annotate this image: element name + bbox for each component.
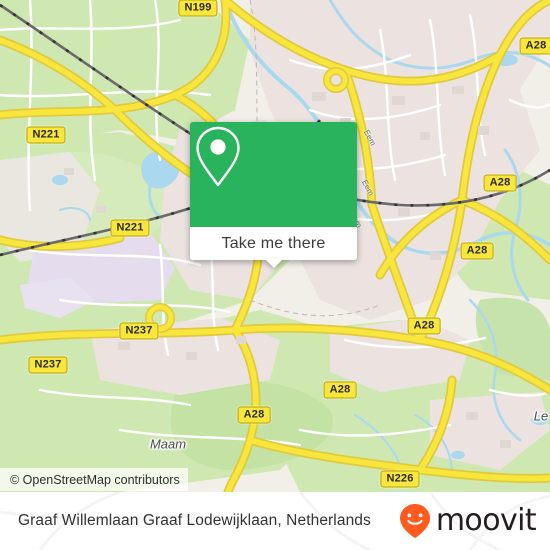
moovit-wordmark: moovit — [435, 503, 537, 538]
place-label-maam: Maam — [149, 436, 187, 452]
road-shield: A28 — [483, 174, 517, 192]
road-shield: N226 — [380, 470, 420, 488]
road-shield: A28 — [519, 37, 550, 55]
attribution-text: © OpenStreetMap contributors — [10, 472, 180, 487]
road-shield: N221 — [110, 219, 150, 237]
footer-bar: Graaf Willemlaan Graaf Lodewijklaan, Net… — [0, 492, 550, 550]
moovit-map-screenshot: N199 A28 N221 N221 A28 A28 N237 N237 A28… — [0, 0, 550, 550]
card-pin-area — [190, 122, 357, 227]
place-label-le: Le — [533, 408, 549, 424]
road-shield: A28 — [237, 406, 271, 424]
moovit-smiley-pin-icon — [399, 504, 430, 538]
road-shield: N237 — [119, 322, 159, 340]
road-shield: A28 — [407, 317, 441, 335]
location-title: Graaf Willemlaan Graaf Lodewijklaan, Net… — [18, 512, 371, 529]
take-me-there-card[interactable]: Take me there — [190, 122, 357, 268]
road-shield: A28 — [460, 242, 494, 260]
road-shield: N221 — [26, 126, 66, 144]
take-me-there-label: Take me there — [221, 234, 326, 252]
location-pin-icon — [196, 126, 240, 187]
road-shield: N199 — [178, 0, 218, 17]
road-shield: A28 — [323, 381, 357, 399]
card-action-bar[interactable]: Take me there — [190, 227, 357, 268]
moovit-logo[interactable]: moovit — [398, 503, 537, 539]
road-shield: N237 — [28, 356, 68, 374]
card-pointer-tail — [264, 259, 283, 268]
map-canvas[interactable]: N199 A28 N221 N221 A28 A28 N237 N237 A28… — [0, 0, 550, 492]
map-attribution[interactable]: © OpenStreetMap contributors — [0, 468, 188, 491]
